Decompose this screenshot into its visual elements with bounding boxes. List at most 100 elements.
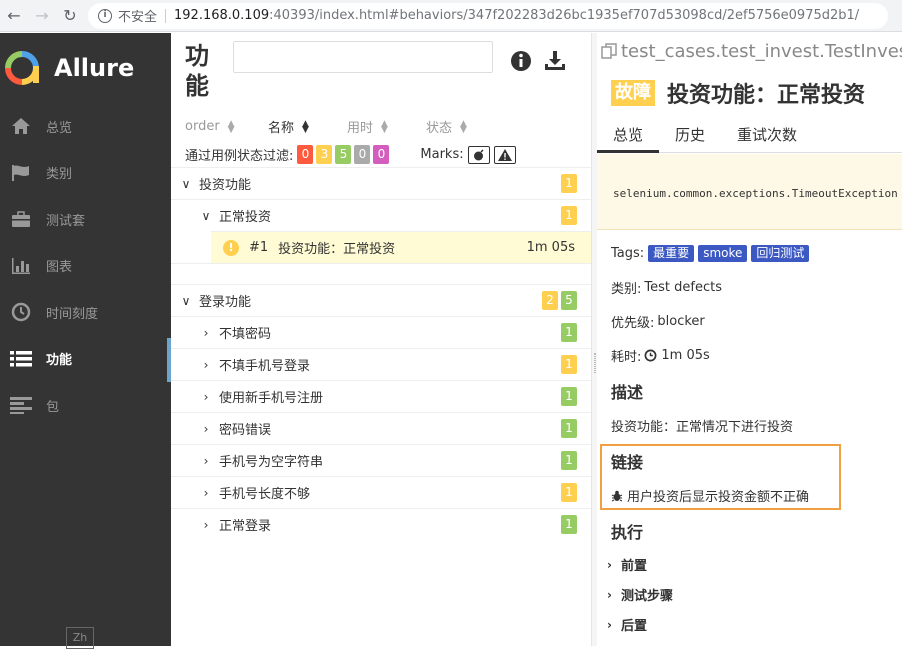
error-message[interactable]: selenium.common.exceptions.TimeoutExcept… [597, 154, 902, 230]
flag-icon [8, 162, 34, 184]
sidebar-item-categories[interactable]: 类别 [0, 150, 171, 197]
tree-subgroup[interactable]: › 手机号长度不够 1 [171, 476, 591, 508]
category-value: Test defects [644, 280, 722, 295]
address-bar[interactable]: i 不安全 192.168.0.109:40393/index.html#beh… [88, 2, 888, 29]
download-icon[interactable] [543, 49, 567, 73]
test-case-row[interactable]: ! #1 投资功能：正常投资 1m 05s [211, 231, 591, 263]
sort-by-order[interactable]: order ▲ ▼ [185, 117, 268, 136]
tree-group[interactable]: ∨ 投资功能 1 [171, 167, 591, 199]
execution-test-body[interactable]: › 测试步骤 [607, 585, 673, 605]
group-name: 手机号为空字符串 [219, 455, 324, 470]
execution-item-label: 后置 [621, 619, 648, 634]
sort-label: order [185, 119, 220, 134]
tab-overview[interactable]: 总览 [597, 123, 660, 153]
chevron-right-icon: › [203, 325, 209, 340]
warning-icon [497, 148, 512, 161]
broken-status-icon: ! [223, 239, 239, 256]
reload-icon[interactable]: ↻ [56, 2, 84, 30]
chevron-right-icon: › [203, 357, 209, 372]
sidebar-item-timeline[interactable]: 时间刻度 [0, 289, 171, 336]
info-icon[interactable]: i [98, 8, 112, 23]
chevron-right-icon: › [607, 617, 612, 632]
copy-icon[interactable] [601, 43, 617, 59]
brand[interactable]: Allure [0, 33, 171, 103]
passed-count-badge: 1 [561, 419, 577, 438]
sort-by-status[interactable]: 状态 ▲ ▼ [426, 117, 505, 136]
chevron-right-icon: › [203, 453, 209, 468]
tags-label: Tags: [611, 246, 645, 261]
execution-teardown[interactable]: › 后置 [607, 615, 648, 635]
url-divider [165, 8, 167, 23]
group-counts: 2 5 [539, 291, 577, 310]
forward-icon[interactable]: → [28, 2, 56, 30]
sidebar-item-graphs[interactable]: 图表 [0, 243, 171, 290]
tree-subgroup[interactable]: › 使用新手机号注册 1 [171, 380, 591, 412]
execution-setup[interactable]: › 前置 [607, 555, 647, 575]
description-text: 投资功能：正常情况下进行投资 [611, 420, 794, 435]
filter-passed-toggle[interactable]: 5 [335, 145, 352, 164]
search-input[interactable] [233, 41, 493, 73]
issue-link[interactable]: 用户投资后显示投资金额不正确 [611, 486, 809, 505]
duration-value: 1m 05s [661, 348, 710, 363]
group-counts: 1 [558, 451, 577, 470]
sort-arrows-icon: ▲ ▼ [302, 118, 309, 135]
home-icon [8, 115, 34, 137]
briefcase-icon [8, 208, 34, 230]
sidebar-item-label: 总览 [46, 120, 73, 136]
category-label: 类别: [611, 282, 642, 297]
sort-arrows-icon: ▲ ▼ [460, 118, 467, 135]
chevron-right-icon: › [203, 485, 209, 500]
passed-count-badge: 1 [561, 387, 577, 406]
test-order: #1 [249, 240, 269, 255]
tree-subgroup[interactable]: › 密码错误 1 [171, 412, 591, 444]
tab-retries[interactable]: 重试次数 [721, 123, 813, 153]
sort-by-name[interactable]: 名称 ▲ ▼ [268, 117, 347, 136]
tree-subgroup[interactable]: ∨ 正常投资 1 [171, 199, 591, 231]
chevron-down-icon: ∨ [181, 176, 191, 191]
tab-history[interactable]: 历史 [659, 123, 721, 153]
tree-subgroup[interactable]: › 不填手机号登录 1 [171, 348, 591, 380]
chevron-right-icon: › [203, 517, 209, 532]
tree-subgroup[interactable]: › 不填密码 1 [171, 316, 591, 348]
broken-count-badge: 2 [542, 291, 558, 310]
sidebar-item-suites[interactable]: 测试套 [0, 196, 171, 243]
sidebar-item-label: 时间刻度 [46, 306, 99, 322]
category-row: 类别: Test defects [611, 278, 722, 297]
chevron-down-icon: ∨ [201, 208, 211, 223]
sidebar-item-overview[interactable]: 总览 [0, 103, 171, 150]
chevron-right-icon: › [607, 557, 612, 572]
testcase-tabs: 总览 历史 重试次数 [597, 123, 902, 153]
group-counts: 1 [558, 174, 577, 193]
back-icon[interactable]: ← [0, 2, 28, 30]
sort-by-duration[interactable]: 用时 ▲ ▼ [347, 117, 426, 136]
duration-row: 耗时: 1m 05s [611, 346, 710, 365]
filter-broken-toggle[interactable]: 3 [316, 145, 333, 164]
chevron-right-icon: › [203, 389, 209, 404]
group-counts: 1 [558, 419, 577, 438]
broken-count-badge: 1 [561, 483, 577, 502]
filter-failed-toggle[interactable]: 0 [297, 145, 314, 164]
group-name: 使用新手机号注册 [219, 391, 324, 406]
group-counts: 1 [558, 206, 577, 225]
flaky-mark-toggle[interactable] [467, 145, 490, 164]
group-name: 正常登录 [219, 519, 272, 534]
chevron-right-icon: › [203, 421, 209, 436]
new-failed-mark-toggle[interactable] [493, 145, 516, 164]
sidebar-item-packages[interactable]: 包 [0, 382, 171, 429]
sidebar-item-behaviors[interactable]: 功能 [0, 336, 171, 383]
tree-subgroup[interactable]: › 手机号为空字符串 1 [171, 444, 591, 476]
sort-bar: order ▲ ▼ 名称 ▲ ▼ 用时 ▲ ▼ 状态 ▲ ▼ [185, 117, 505, 136]
insecure-label: 不安全 [118, 10, 158, 25]
info-circle-icon[interactable] [509, 49, 533, 73]
group-name: 密码错误 [219, 423, 272, 438]
filter-unknown-toggle[interactable]: 0 [373, 145, 390, 164]
brand-name: Allure [54, 54, 135, 82]
group-name: 登录功能 [199, 295, 252, 310]
tree-group[interactable]: ∨ 登录功能 2 5 [171, 284, 591, 316]
group-name: 不填手机号登录 [219, 359, 311, 374]
marks-label: Marks: [420, 147, 464, 162]
filter-skipped-toggle[interactable]: 0 [354, 145, 371, 164]
test-full-name: test_cases.test_invest.TestInvest#t [601, 41, 902, 62]
tree-subgroup[interactable]: › 正常登录 1 [171, 508, 591, 540]
broken-count-badge: 1 [561, 206, 577, 225]
